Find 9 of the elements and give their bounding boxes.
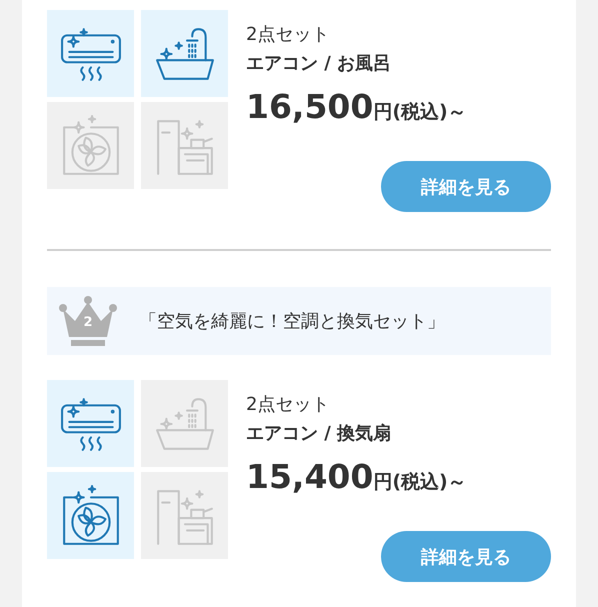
set-title: エアコン / 換気扇 bbox=[246, 422, 392, 446]
banner-title: 「空気を綺麗に！空調と換気セット」 bbox=[139, 310, 445, 333]
set-count: 2点セット bbox=[246, 393, 330, 417]
set-title: エアコン / お風呂 bbox=[246, 52, 392, 76]
price: 16,500円(税込)～ bbox=[246, 86, 468, 128]
set-count: 2点セット bbox=[246, 23, 330, 47]
price: 15,400円(税込)～ bbox=[246, 456, 468, 498]
details-button[interactable]: 詳細を見る bbox=[381, 531, 551, 582]
details-button[interactable]: 詳細を見る bbox=[381, 161, 551, 212]
